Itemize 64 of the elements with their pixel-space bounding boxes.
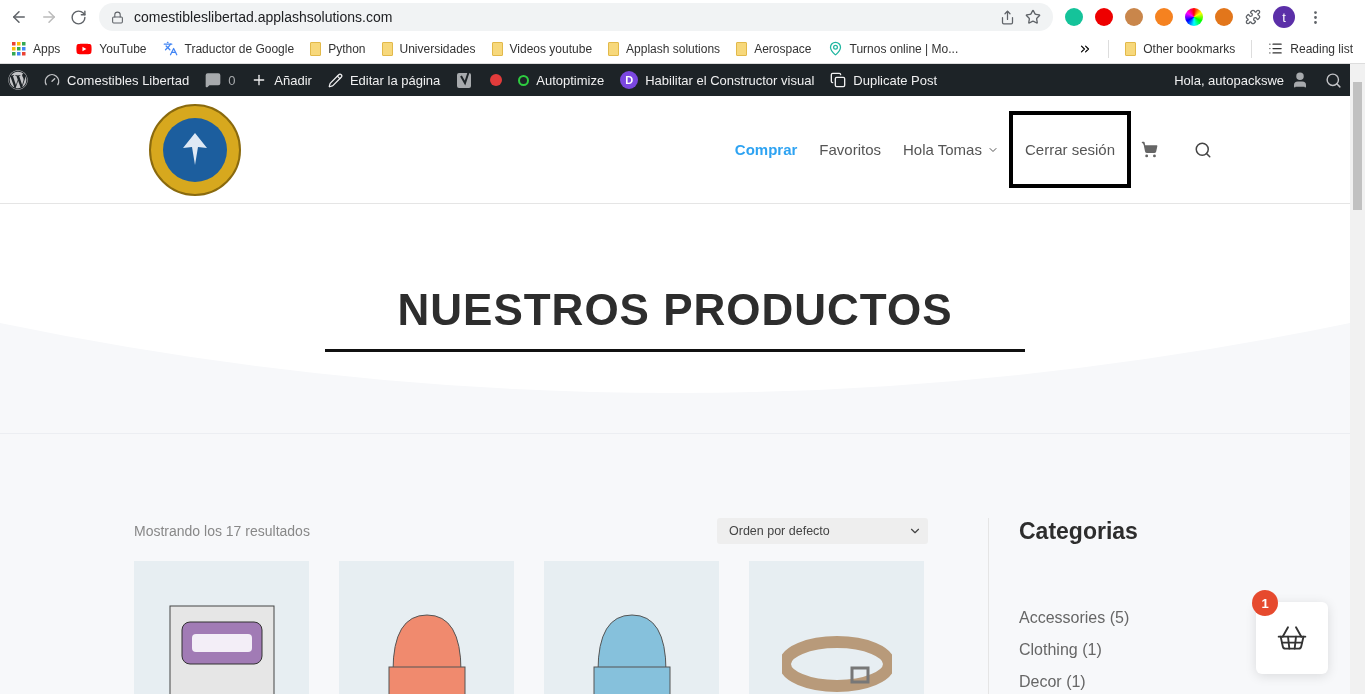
search-icon[interactable] bbox=[1325, 71, 1342, 89]
dashboard-icon bbox=[44, 72, 60, 88]
reload-icon[interactable] bbox=[70, 8, 87, 26]
pencil-icon bbox=[327, 72, 343, 88]
edit-page-link[interactable]: Editar la página bbox=[327, 72, 441, 88]
scrollbar-thumb[interactable] bbox=[1353, 82, 1362, 210]
apps-grid-icon bbox=[12, 41, 26, 56]
back-icon[interactable] bbox=[10, 8, 28, 26]
bookmark-link[interactable]: Apps bbox=[12, 41, 61, 56]
builder-logo-icon: D bbox=[620, 71, 639, 89]
cart-icon[interactable] bbox=[1141, 141, 1158, 158]
comments-link[interactable]: 0 bbox=[205, 72, 236, 88]
account-link[interactable]: Hola, autopackswe bbox=[1174, 71, 1309, 89]
translate-icon bbox=[162, 41, 178, 56]
url-text: comestibleslibertad.applashsolutions.com bbox=[134, 9, 394, 25]
folder-icon bbox=[608, 41, 620, 56]
site-name-link[interactable]: Comestibles Libertad bbox=[44, 72, 190, 88]
list-icon bbox=[1268, 41, 1284, 56]
ring-icon bbox=[518, 74, 530, 86]
bookmark-link[interactable]: Universidades bbox=[381, 41, 476, 56]
other-bookmarks-link[interactable]: Other bookmarks bbox=[1125, 41, 1236, 56]
nav-link[interactable]: Hola Tomas bbox=[903, 141, 999, 158]
extension-icon[interactable] bbox=[1185, 8, 1203, 26]
sort-dropdown[interactable]: Orden por defecto bbox=[717, 518, 928, 544]
product-image[interactable] bbox=[134, 561, 309, 694]
status-dot-icon bbox=[490, 74, 503, 86]
nav-link[interactable]: Cerrar sesión bbox=[1008, 111, 1131, 188]
category-link[interactable]: Accessories (5) bbox=[1019, 609, 1138, 627]
bookmark-link[interactable]: Videos youtube bbox=[491, 41, 593, 56]
category-link[interactable]: Decor (1) bbox=[1019, 673, 1138, 691]
add-new-link[interactable]: Añadir bbox=[251, 72, 312, 88]
nav-link[interactable]: Favoritos bbox=[819, 141, 882, 158]
folder-icon bbox=[736, 41, 748, 56]
address-field[interactable]: comestibleslibertad.applashsolutions.com bbox=[99, 3, 1053, 31]
wordpress-logo-icon[interactable] bbox=[8, 70, 28, 90]
visual-builder-link[interactable]: D Habilitar el Constructor visual bbox=[620, 71, 815, 89]
autoptimize-link[interactable]: Autoptimize bbox=[518, 72, 605, 88]
folder-icon bbox=[381, 41, 393, 56]
bookmark-star-icon[interactable] bbox=[1025, 9, 1041, 25]
share-icon[interactable] bbox=[1000, 9, 1015, 25]
extension-icon[interactable] bbox=[1095, 8, 1113, 26]
profile-avatar[interactable]: t bbox=[1273, 6, 1295, 28]
folder-icon bbox=[1125, 41, 1137, 56]
user-icon bbox=[1291, 71, 1309, 89]
bookmark-link[interactable]: Traductor de Google bbox=[162, 41, 295, 56]
folder-icon bbox=[310, 41, 322, 56]
extensions-icon[interactable] bbox=[1245, 9, 1261, 25]
search-icon[interactable] bbox=[1194, 140, 1212, 159]
page-title: NUESTROS PRODUCTOS bbox=[397, 285, 953, 335]
cart-count-badge: 1 bbox=[1252, 590, 1278, 616]
bookmark-link[interactable]: Turnos online | Mo... bbox=[827, 41, 959, 56]
result-count: Mostrando los 17 resultados bbox=[134, 523, 310, 539]
bookmark-link[interactable]: YouTube bbox=[76, 40, 147, 57]
duplicate-post-link[interactable]: Duplicate Post bbox=[830, 72, 938, 88]
sidebar-title: Categorias bbox=[1019, 518, 1138, 545]
reading-list-link[interactable]: Reading list bbox=[1268, 41, 1353, 56]
bookmark-link[interactable]: Python bbox=[310, 41, 366, 56]
bookmark-link[interactable]: Aerospace bbox=[736, 41, 812, 56]
folder-icon bbox=[491, 41, 503, 56]
bookmark-link[interactable]: Applash solutions bbox=[608, 41, 721, 56]
category-link[interactable]: Clothing (1) bbox=[1019, 641, 1138, 659]
lock-icon bbox=[111, 10, 124, 24]
copy-icon bbox=[830, 72, 847, 88]
comment-icon bbox=[205, 72, 222, 88]
